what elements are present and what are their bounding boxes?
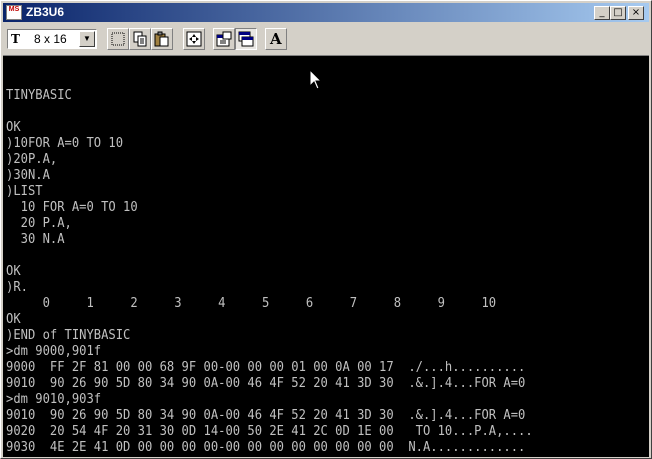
console-line: )R. [6, 279, 28, 295]
console-line: 0 1 2 3 4 5 6 7 8 9 10 [6, 295, 497, 311]
fullscreen-button[interactable] [183, 28, 205, 50]
console-line: 9000 FF 2F 81 00 00 68 9F 00-00 00 00 01… [6, 359, 526, 375]
fullscreen-icon [186, 31, 202, 47]
background-window-icon [238, 31, 254, 47]
console-line: )LIST [6, 183, 43, 199]
truetype-font-icon: T [11, 32, 20, 46]
console-line: )30N.A [6, 167, 50, 183]
properties-icon [216, 31, 232, 47]
console-line: 9010 90 26 90 5D 80 34 90 0A-00 46 4F 52… [6, 407, 526, 423]
console-lines: TINYBASIC OK)10FOR A=0 TO 10)20P.A,)30N.A… [6, 71, 591, 457]
copy-icon [133, 31, 147, 47]
title-bar[interactable]: MS ZB3U6 _ □ × [3, 3, 649, 22]
close-button[interactable]: × [628, 6, 644, 20]
paste-icon [154, 31, 169, 47]
console-line: 9010 90 26 90 5D 80 34 90 0A-00 46 4F 52… [6, 375, 526, 391]
paste-button[interactable] [151, 28, 173, 50]
mouse-pointer-icon [309, 69, 323, 90]
mark-button[interactable] [107, 28, 129, 50]
console-line: )20P.A, [6, 151, 58, 167]
minimize-button[interactable]: _ [594, 6, 610, 20]
console-line: OK [6, 119, 21, 135]
console-line: )10FOR A=0 TO 10 [6, 135, 124, 151]
window-title: ZB3U6 [26, 5, 65, 19]
font-button[interactable]: A [265, 28, 287, 50]
app-icon[interactable]: MS [6, 5, 22, 20]
console-line: 30 N.A [6, 231, 65, 247]
terminal-window: MS ZB3U6 _ □ × T 8 x 16 ▼ A TINYBASIC OK… [0, 0, 652, 459]
console-line: OK [6, 263, 21, 279]
console-line: OK [6, 311, 21, 327]
font-size-select[interactable]: T 8 x 16 ▼ [7, 29, 97, 49]
maximize-button[interactable]: □ [610, 6, 626, 20]
font-icon: A [270, 30, 282, 48]
console-line: > [6, 455, 533, 457]
mark-selection-icon [111, 32, 125, 46]
console-line: 20 P.A, [6, 215, 72, 231]
properties-button[interactable] [213, 28, 235, 50]
copy-button[interactable] [129, 28, 151, 50]
console-line: 9020 20 54 4F 20 31 30 0D 14-00 50 2E 41… [6, 423, 533, 439]
console-line: )END of TINYBASIC [6, 327, 131, 343]
font-size-value: 8 x 16 [34, 32, 67, 46]
console-line: >dm 9010,903f [6, 391, 102, 407]
console-output[interactable]: TINYBASIC OK)10FOR A=0 TO 10)20P.A,)30N.A… [3, 55, 649, 457]
console-line: TINYBASIC [6, 87, 72, 103]
console-line: 9030 4E 2E 41 0D 00 00 00 00-00 00 00 00… [6, 439, 526, 455]
toolbar: T 8 x 16 ▼ A [3, 25, 649, 53]
background-button[interactable] [235, 28, 257, 50]
console-line: 10 FOR A=0 TO 10 [6, 199, 138, 215]
console-line: >dm 9000,901f [6, 343, 102, 359]
chevron-down-icon[interactable]: ▼ [79, 31, 95, 47]
